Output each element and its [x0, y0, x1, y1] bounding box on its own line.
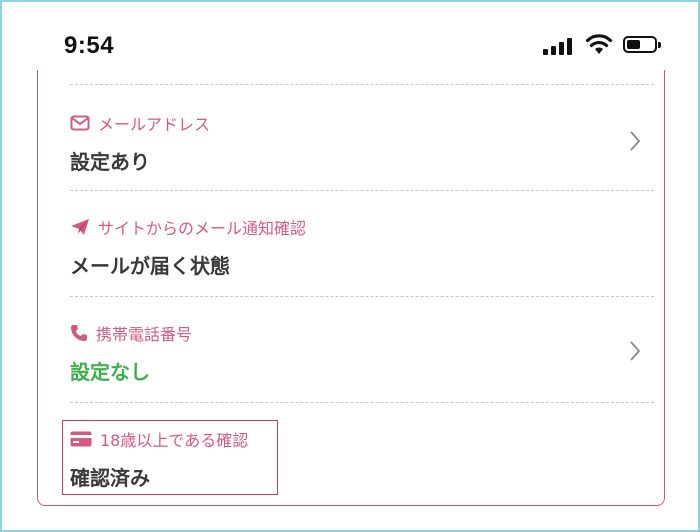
phone-status: 設定なし: [70, 360, 150, 384]
mail-notification-status: メールが届く状態: [70, 254, 230, 278]
screen-frame: 9:54 メールアドレス 設定あり サイトからのメール通知確認 メールが届く状態…: [0, 0, 700, 532]
mail-notification-label-text: サイトからのメール通知確認: [98, 219, 307, 238]
highlight-box: [62, 420, 278, 495]
mail-notification-row: サイトからのメール通知確認 メールが届く状態: [70, 192, 654, 297]
chevron-right-icon[interactable]: [628, 340, 642, 362]
email-label: メールアドレス: [70, 112, 210, 134]
top-divider: [70, 84, 654, 85]
wifi-icon: [585, 34, 613, 54]
envelope-icon: [70, 115, 90, 131]
phone-setting-row[interactable]: 携帯電話番号 設定なし: [70, 298, 654, 403]
signal-icon: [543, 37, 577, 55]
mail-notification-label: サイトからのメール通知確認: [70, 216, 306, 238]
email-status: 設定あり: [70, 150, 150, 174]
chevron-right-icon[interactable]: [628, 130, 642, 152]
phone-label: 携帯電話番号: [70, 322, 192, 344]
account-settings-card: メールアドレス 設定あり サイトからのメール通知確認 メールが届く状態 携帯電話…: [37, 70, 665, 506]
email-setting-row[interactable]: メールアドレス 設定あり: [70, 86, 654, 191]
phone-label-text: 携帯電話番号: [96, 325, 193, 344]
status-time: 9:54: [64, 32, 115, 59]
email-label-text: メールアドレス: [98, 115, 211, 134]
phone-icon: [71, 325, 87, 341]
battery-icon: [623, 36, 661, 53]
paper-plane-icon: [71, 219, 89, 235]
